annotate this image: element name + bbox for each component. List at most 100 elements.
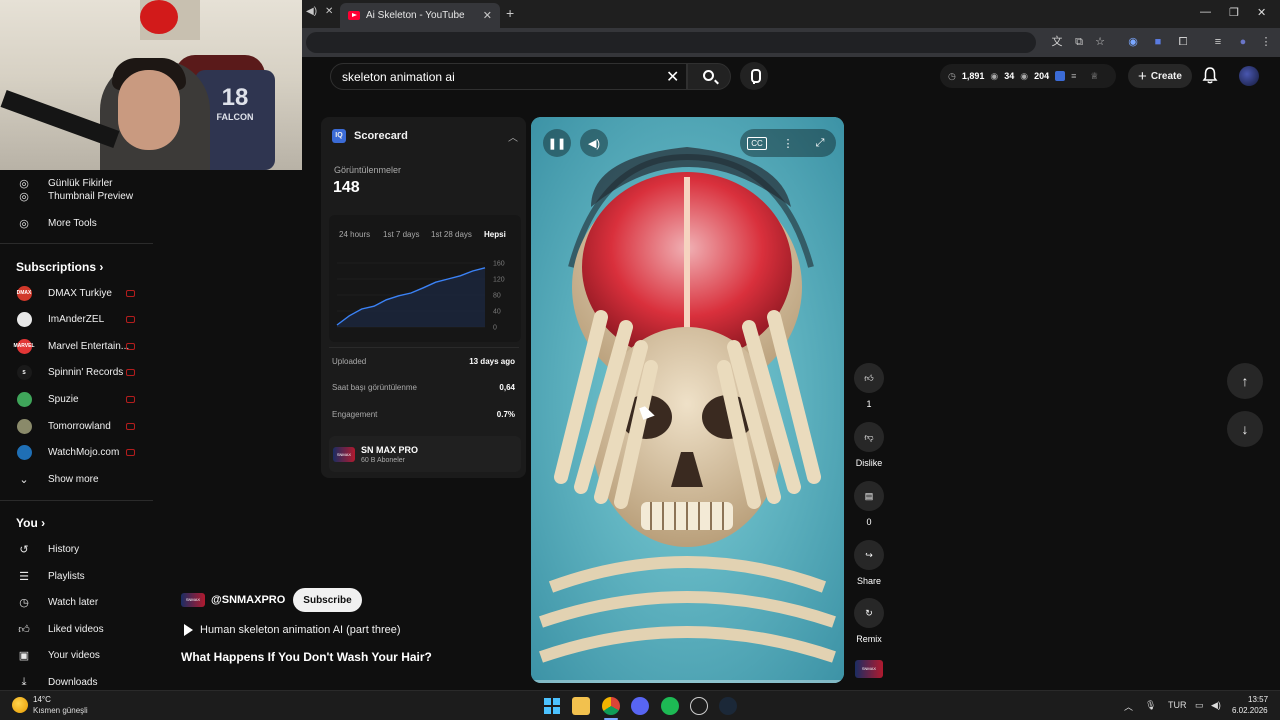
comment-icon: ▤ <box>854 481 884 511</box>
reading-list-icon[interactable]: ≡ <box>1211 35 1225 49</box>
captions-button[interactable]: CC <box>743 129 771 157</box>
subscribe-button[interactable]: Subscribe <box>293 588 362 612</box>
discord-icon[interactable] <box>631 697 649 715</box>
app-circle-icon[interactable] <box>690 697 708 715</box>
vidiq-icon[interactable] <box>1055 71 1066 81</box>
file-explorer-icon[interactable] <box>572 697 590 715</box>
subscription-item[interactable]: ImAnderZEL <box>0 307 153 333</box>
subscription-item[interactable]: Tomorrowland <box>0 413 153 439</box>
tab-first-28-days[interactable]: 1st 28 days <box>431 230 472 239</box>
comments-button[interactable]: ▤ 0 <box>852 481 886 527</box>
subscription-item[interactable]: DMAX DMAX Turkiye <box>0 280 153 306</box>
clear-search-icon[interactable]: ✕ <box>666 67 679 87</box>
trophy-icon[interactable]: ♕ <box>1090 71 1098 82</box>
browser-tab-active[interactable]: Ai Skeleton - YouTube ✕ <box>340 3 500 28</box>
network-icon[interactable]: ▭ <box>1195 700 1204 711</box>
address-bar[interactable] <box>306 32 1036 53</box>
notifications-bell-icon[interactable] <box>1202 67 1218 84</box>
channel-avatar[interactable]: SNMAX <box>181 593 205 607</box>
weather-temperature[interactable]: 14°C <box>33 695 51 704</box>
clock-icon: ◷ <box>948 70 956 81</box>
thumbs-up-icon: 👍︎ <box>18 623 30 636</box>
like-button[interactable]: 👍︎ 1 <box>852 363 886 409</box>
clock-date[interactable]: 6.02.2026 <box>1232 706 1268 715</box>
tab-audio-controls[interactable]: ◀) ✕ <box>306 6 336 17</box>
steam-icon[interactable] <box>719 697 737 715</box>
sidebar-item-liked-videos[interactable]: 👍︎ Liked videos <box>0 616 153 642</box>
more-options-button[interactable]: ⋮ <box>774 129 802 157</box>
subscription-label: Tomorrowland <box>48 420 111 432</box>
pause-button[interactable]: ❚❚ <box>543 129 571 157</box>
tab-24-hours[interactable]: 24 hours <box>339 230 370 239</box>
start-windows-icon[interactable] <box>543 697 561 715</box>
dislike-button[interactable]: 👎︎ Dislike <box>852 422 886 468</box>
clock-time[interactable]: 13:57 <box>1248 695 1268 704</box>
sidebar-item-more-tools[interactable]: ◎ More Tools <box>0 210 153 236</box>
minimize-window-icon[interactable]: — <box>1200 6 1211 18</box>
spotify-icon[interactable] <box>661 697 679 715</box>
video-title[interactable]: What Happens If You Don't Wash Your Hair… <box>181 650 432 664</box>
sidebar-item-watch-later[interactable]: ◷ Watch later <box>0 589 153 615</box>
comment-count: 0 <box>866 517 872 527</box>
extension-audio-icon[interactable]: ◉ <box>1126 35 1140 49</box>
subscription-item[interactable]: MARVEL Marvel Entertain... <box>0 333 153 359</box>
language-indicator[interactable]: TUR <box>1168 700 1187 710</box>
show-more-button[interactable]: ⌄ Show more <box>0 466 153 492</box>
sidebar-item-playlists[interactable]: ☰ Playlists <box>0 563 153 589</box>
playlist-link[interactable]: Human skeleton animation AI (part three) <box>184 624 401 636</box>
voice-search-button[interactable] <box>740 62 768 90</box>
volume-button[interactable]: ◀) <box>580 129 608 157</box>
install-app-icon[interactable]: ⧉ <box>1072 35 1086 49</box>
tab-close-icon[interactable]: ✕ <box>325 6 333 17</box>
sound-channel-avatar[interactable]: SNMAX <box>855 660 883 678</box>
live-indicator-icon <box>126 369 135 377</box>
subscriptions-heading[interactable]: Subscriptions › <box>16 260 103 274</box>
volume-icon[interactable]: ◀) <box>1211 700 1221 711</box>
extensions-puzzle-icon[interactable]: ⧠ <box>1176 35 1190 49</box>
remix-button[interactable]: ↻ Remix <box>852 598 886 644</box>
profile-icon[interactable]: ● <box>1236 35 1250 49</box>
share-button[interactable]: ↪ Share <box>852 540 886 586</box>
subscription-item[interactable]: WatchMojo.com <box>0 440 153 466</box>
tab-all[interactable]: Hepsi <box>484 230 506 239</box>
translate-icon[interactable]: 文 <box>1050 35 1064 49</box>
restore-window-icon[interactable]: ❐ <box>1229 6 1239 19</box>
shorts-video-player[interactable]: ❚❚ ◀) CC ⋮ ⤢ <box>531 117 844 683</box>
chrome-icon[interactable] <box>602 697 620 715</box>
extension-vidiq-icon[interactable]: ■ <box>1151 35 1165 49</box>
show-hidden-icons-icon[interactable]: ︿ <box>1124 700 1133 713</box>
account-avatar[interactable] <box>1239 66 1259 86</box>
weather-sun-icon[interactable] <box>12 697 28 713</box>
chevron-up-icon[interactable]: ︿ <box>508 129 518 144</box>
subscription-item[interactable]: Spuzie <box>0 386 153 412</box>
sidebar-item-thumbnail-preview[interactable]: ◎ Thumbnail Preview <box>0 183 153 209</box>
fullscreen-button[interactable]: ⤢ <box>806 129 834 157</box>
list-icon[interactable]: ≡ <box>1071 71 1076 81</box>
previous-short-button[interactable]: ↑ <box>1227 363 1263 399</box>
vidiq-stats-pill[interactable]: ◷ 1,891 ◉ 34 ◉ 204 ≡ ♕ <box>940 64 1116 88</box>
video-progress-bar[interactable] <box>531 680 844 683</box>
sidebar-item-history[interactable]: ↺ History <box>0 536 153 562</box>
bookmark-star-icon[interactable]: ☆ <box>1093 35 1107 49</box>
weather-description[interactable]: Kısmen güneşli <box>33 706 88 715</box>
subscription-item[interactable]: S Spinnin' Records <box>0 360 153 386</box>
close-window-icon[interactable]: ✕ <box>1257 6 1266 19</box>
create-button[interactable]: + Create <box>1128 64 1192 88</box>
sidebar-item-your-videos[interactable]: ▣ Your videos <box>0 642 153 668</box>
you-heading[interactable]: You › <box>16 516 45 530</box>
sidebar-item-label: Playlists <box>48 570 85 582</box>
browser-menu-icon[interactable]: ⋮ <box>1259 35 1273 49</box>
history-icon: ↺ <box>19 543 29 556</box>
close-tab-icon[interactable]: ✕ <box>483 9 492 22</box>
channel-handle[interactable]: @SNMAXPRO <box>211 594 285 606</box>
scorecard-channel-card[interactable]: SNMAX SN MAX PRO 60 B Aboneler <box>329 436 521 472</box>
new-tab-button[interactable]: + <box>506 5 514 21</box>
next-short-button[interactable]: ↓ <box>1227 411 1263 447</box>
thumbs-up-icon: 👍︎ <box>854 363 884 393</box>
channel-avatar: DMAX <box>16 285 32 301</box>
tab-first-7-days[interactable]: 1st 7 days <box>383 230 419 239</box>
search-input[interactable]: skeleton animation ai <box>330 63 687 90</box>
microphone-icon[interactable]: 🎙︎ <box>1145 700 1156 711</box>
speaker-icon[interactable]: ◀) <box>306 6 317 17</box>
search-button[interactable] <box>687 63 731 90</box>
